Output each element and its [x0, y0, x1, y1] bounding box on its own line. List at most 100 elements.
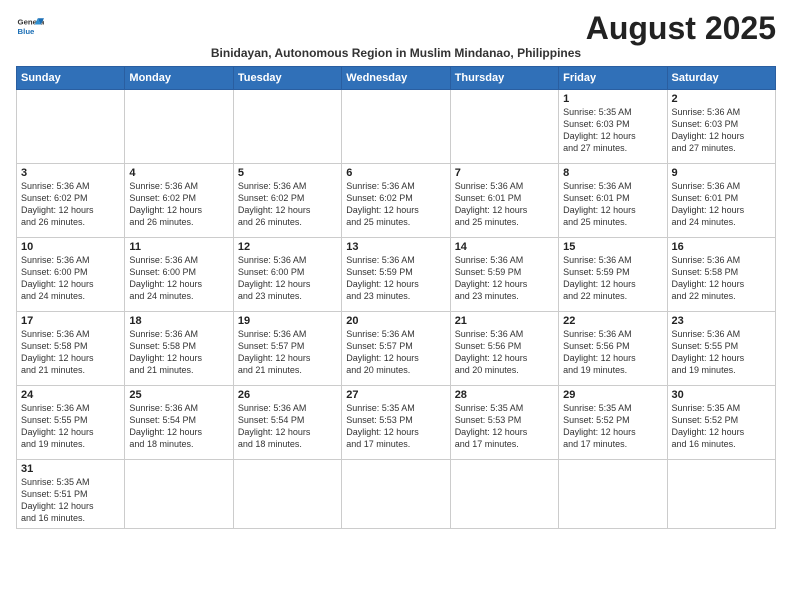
- calendar-cell: 10Sunrise: 5:36 AM Sunset: 6:00 PM Dayli…: [17, 238, 125, 312]
- day-number: 3: [21, 167, 120, 179]
- calendar-cell: 16Sunrise: 5:36 AM Sunset: 5:58 PM Dayli…: [667, 238, 775, 312]
- calendar-cell: [559, 460, 667, 529]
- calendar-header-row: SundayMondayTuesdayWednesdayThursdayFrid…: [17, 67, 776, 90]
- day-info: Sunrise: 5:36 AM Sunset: 6:01 PM Dayligh…: [455, 180, 554, 229]
- calendar-cell: [450, 90, 558, 164]
- svg-text:Blue: Blue: [18, 27, 36, 36]
- day-info: Sunrise: 5:35 AM Sunset: 5:52 PM Dayligh…: [672, 402, 771, 451]
- logo-icon: General Blue: [16, 12, 44, 40]
- calendar-header-saturday: Saturday: [667, 67, 775, 90]
- day-info: Sunrise: 5:36 AM Sunset: 6:01 PM Dayligh…: [563, 180, 662, 229]
- day-info: Sunrise: 5:36 AM Sunset: 6:00 PM Dayligh…: [21, 254, 120, 303]
- day-info: Sunrise: 5:35 AM Sunset: 5:53 PM Dayligh…: [346, 402, 445, 451]
- month-title: August 2025: [586, 12, 776, 44]
- calendar-cell: 9Sunrise: 5:36 AM Sunset: 6:01 PM Daylig…: [667, 164, 775, 238]
- calendar-cell: 26Sunrise: 5:36 AM Sunset: 5:54 PM Dayli…: [233, 386, 341, 460]
- calendar-cell: 6Sunrise: 5:36 AM Sunset: 6:02 PM Daylig…: [342, 164, 450, 238]
- day-number: 29: [563, 389, 662, 401]
- day-number: 18: [129, 315, 228, 327]
- day-info: Sunrise: 5:36 AM Sunset: 5:58 PM Dayligh…: [129, 328, 228, 377]
- calendar-cell: [342, 460, 450, 529]
- calendar-cell: 12Sunrise: 5:36 AM Sunset: 6:00 PM Dayli…: [233, 238, 341, 312]
- day-info: Sunrise: 5:35 AM Sunset: 5:51 PM Dayligh…: [21, 476, 120, 525]
- day-number: 22: [563, 315, 662, 327]
- day-info: Sunrise: 5:36 AM Sunset: 6:03 PM Dayligh…: [672, 106, 771, 155]
- day-info: Sunrise: 5:36 AM Sunset: 5:55 PM Dayligh…: [21, 402, 120, 451]
- calendar-cell: 7Sunrise: 5:36 AM Sunset: 6:01 PM Daylig…: [450, 164, 558, 238]
- calendar-header-monday: Monday: [125, 67, 233, 90]
- day-number: 17: [21, 315, 120, 327]
- calendar-week-5: 24Sunrise: 5:36 AM Sunset: 5:55 PM Dayli…: [17, 386, 776, 460]
- calendar-week-4: 17Sunrise: 5:36 AM Sunset: 5:58 PM Dayli…: [17, 312, 776, 386]
- calendar-cell: 18Sunrise: 5:36 AM Sunset: 5:58 PM Dayli…: [125, 312, 233, 386]
- calendar-week-2: 3 Sunrise: 5:36 AM Sunset: 6:02 PM Daylig…: [17, 164, 776, 238]
- day-number: 26: [238, 389, 337, 401]
- calendar-cell: 11Sunrise: 5:36 AM Sunset: 6:00 PM Dayli…: [125, 238, 233, 312]
- day-number: 25: [129, 389, 228, 401]
- day-number: 21: [455, 315, 554, 327]
- day-info: Sunrise: 5:35 AM Sunset: 5:52 PM Dayligh…: [563, 402, 662, 451]
- day-number: 11: [129, 241, 228, 253]
- day-number: 10: [21, 241, 120, 253]
- calendar-cell: 29Sunrise: 5:35 AM Sunset: 5:52 PM Dayli…: [559, 386, 667, 460]
- day-number: 31: [21, 463, 120, 475]
- day-number: 16: [672, 241, 771, 253]
- day-number: 30: [672, 389, 771, 401]
- calendar-cell: [450, 460, 558, 529]
- day-number: 15: [563, 241, 662, 253]
- calendar-table: SundayMondayTuesdayWednesdayThursdayFrid…: [16, 66, 776, 529]
- calendar-cell: 25Sunrise: 5:36 AM Sunset: 5:54 PM Dayli…: [125, 386, 233, 460]
- calendar-week-1: 1Sunrise: 5:35 AM Sunset: 6:03 PM Daylig…: [17, 90, 776, 164]
- calendar-cell: [17, 90, 125, 164]
- calendar-cell: 21Sunrise: 5:36 AM Sunset: 5:56 PM Dayli…: [450, 312, 558, 386]
- calendar-cell: 23Sunrise: 5:36 AM Sunset: 5:55 PM Dayli…: [667, 312, 775, 386]
- calendar-cell: [342, 90, 450, 164]
- calendar-header-friday: Friday: [559, 67, 667, 90]
- calendar-cell: 30Sunrise: 5:35 AM Sunset: 5:52 PM Dayli…: [667, 386, 775, 460]
- logo: General Blue: [16, 12, 44, 40]
- calendar-cell: 1Sunrise: 5:35 AM Sunset: 6:03 PM Daylig…: [559, 90, 667, 164]
- day-info: Sunrise: 5:36 AM Sunset: 5:58 PM Dayligh…: [21, 328, 120, 377]
- calendar-cell: [667, 460, 775, 529]
- calendar-cell: [233, 460, 341, 529]
- day-info: Sunrise: 5:36 AM Sunset: 6:00 PM Dayligh…: [129, 254, 228, 303]
- day-info: Sunrise: 5:35 AM Sunset: 5:53 PM Dayligh…: [455, 402, 554, 451]
- day-number: 4: [129, 167, 228, 179]
- calendar-cell: 31Sunrise: 5:35 AM Sunset: 5:51 PM Dayli…: [17, 460, 125, 529]
- day-number: 12: [238, 241, 337, 253]
- calendar-cell: 2Sunrise: 5:36 AM Sunset: 6:03 PM Daylig…: [667, 90, 775, 164]
- day-number: 13: [346, 241, 445, 253]
- day-number: 28: [455, 389, 554, 401]
- calendar-cell: 3Sunrise: 5:36 AM Sunset: 6:02 PM Daylig…: [17, 164, 125, 238]
- day-info: Sunrise: 5:36 AM Sunset: 5:57 PM Dayligh…: [346, 328, 445, 377]
- calendar-cell: 14Sunrise: 5:36 AM Sunset: 5:59 PM Dayli…: [450, 238, 558, 312]
- calendar-cell: 5Sunrise: 5:36 AM Sunset: 6:02 PM Daylig…: [233, 164, 341, 238]
- day-number: 24: [21, 389, 120, 401]
- day-info: Sunrise: 5:36 AM Sunset: 5:54 PM Dayligh…: [129, 402, 228, 451]
- calendar-cell: 27Sunrise: 5:35 AM Sunset: 5:53 PM Dayli…: [342, 386, 450, 460]
- page: General Blue August 2025 Binidayan, Auto…: [0, 0, 792, 537]
- calendar-header-tuesday: Tuesday: [233, 67, 341, 90]
- calendar-cell: 8Sunrise: 5:36 AM Sunset: 6:01 PM Daylig…: [559, 164, 667, 238]
- calendar-cell: 17Sunrise: 5:36 AM Sunset: 5:58 PM Dayli…: [17, 312, 125, 386]
- day-number: 23: [672, 315, 771, 327]
- calendar-cell: [125, 460, 233, 529]
- day-info: Sunrise: 5:36 AM Sunset: 5:59 PM Dayligh…: [455, 254, 554, 303]
- day-number: 9: [672, 167, 771, 179]
- calendar-cell: [125, 90, 233, 164]
- day-info: Sunrise: 5:36 AM Sunset: 5:56 PM Dayligh…: [563, 328, 662, 377]
- day-info: Sunrise: 5:36 AM Sunset: 5:55 PM Dayligh…: [672, 328, 771, 377]
- calendar-cell: 24Sunrise: 5:36 AM Sunset: 5:55 PM Dayli…: [17, 386, 125, 460]
- calendar-cell: 28Sunrise: 5:35 AM Sunset: 5:53 PM Dayli…: [450, 386, 558, 460]
- day-info: Sunrise: 5:36 AM Sunset: 6:02 PM Dayligh…: [238, 180, 337, 229]
- day-number: 19: [238, 315, 337, 327]
- day-info: Sunrise: 5:36 AM Sunset: 6:02 PM Dayligh…: [346, 180, 445, 229]
- calendar-week-3: 10Sunrise: 5:36 AM Sunset: 6:00 PM Dayli…: [17, 238, 776, 312]
- day-number: 5: [238, 167, 337, 179]
- day-info: Sunrise: 5:35 AM Sunset: 6:03 PM Dayligh…: [563, 106, 662, 155]
- calendar-cell: 4Sunrise: 5:36 AM Sunset: 6:02 PM Daylig…: [125, 164, 233, 238]
- calendar-cell: [233, 90, 341, 164]
- day-info: Sunrise: 5:36 AM Sunset: 6:02 PM Dayligh…: [129, 180, 228, 229]
- day-info: Sunrise: 5:36 AM Sunset: 5:59 PM Dayligh…: [563, 254, 662, 303]
- calendar-header-wednesday: Wednesday: [342, 67, 450, 90]
